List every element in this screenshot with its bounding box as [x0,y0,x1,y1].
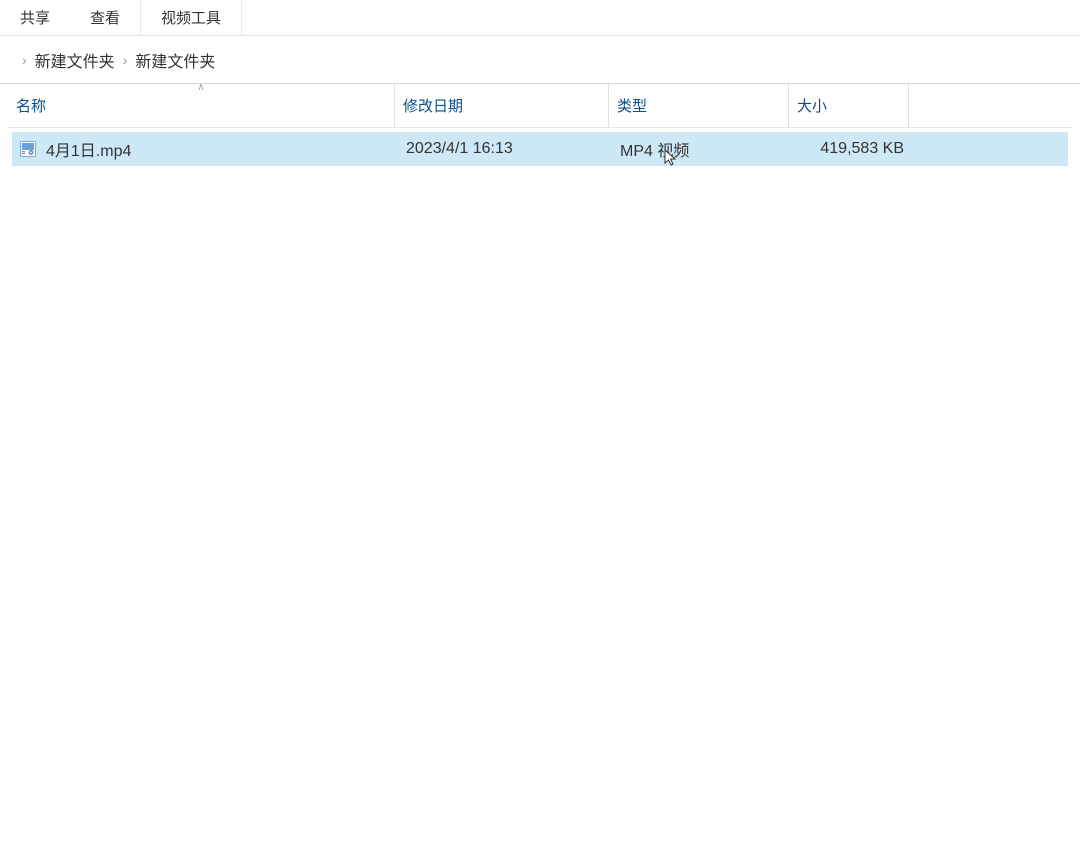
column-header-size-label: 大小 [797,95,827,116]
column-header-size[interactable]: 大小 [788,84,908,127]
chevron-right-icon: › [22,52,27,68]
chevron-right-icon: › [123,52,128,68]
file-date: 2023/4/1 16:13 [398,140,612,158]
column-header-type[interactable]: 类型 [608,84,788,127]
column-header-date-label: 修改日期 [403,95,463,116]
column-header-name[interactable]: 名称 ∧ [8,84,394,127]
video-file-icon [16,141,40,157]
breadcrumb-item[interactable]: 新建文件夹 [135,48,215,72]
ribbon-tab-view[interactable]: 查看 [70,0,141,35]
ribbon-tab-share[interactable]: 共享 [0,0,70,35]
column-separator [908,84,909,127]
file-size: 419,583 KB [792,140,912,158]
file-rows: 4月1日.mp4 2023/4/1 16:13 MP4 视频 419,583 K… [8,132,1072,166]
column-header-name-label: 名称 [16,95,46,116]
breadcrumb[interactable]: › 新建文件夹 › 新建文件夹 [0,36,1080,84]
breadcrumb-item[interactable]: 新建文件夹 [35,48,115,72]
ribbon-tab-video-tools[interactable]: 视频工具 [141,0,242,35]
column-headers: 名称 ∧ 修改日期 类型 大小 [8,84,1072,128]
file-type: MP4 视频 [612,137,792,161]
sort-ascending-icon: ∧ [197,82,204,93]
file-list: 名称 ∧ 修改日期 类型 大小 4月1日 [0,84,1080,166]
column-header-type-label: 类型 [617,95,647,116]
file-name: 4月1日.mp4 [40,137,398,161]
file-row[interactable]: 4月1日.mp4 2023/4/1 16:13 MP4 视频 419,583 K… [12,132,1068,166]
column-header-date[interactable]: 修改日期 [394,84,608,127]
ribbon-tabs: 共享 查看 视频工具 [0,0,1080,36]
